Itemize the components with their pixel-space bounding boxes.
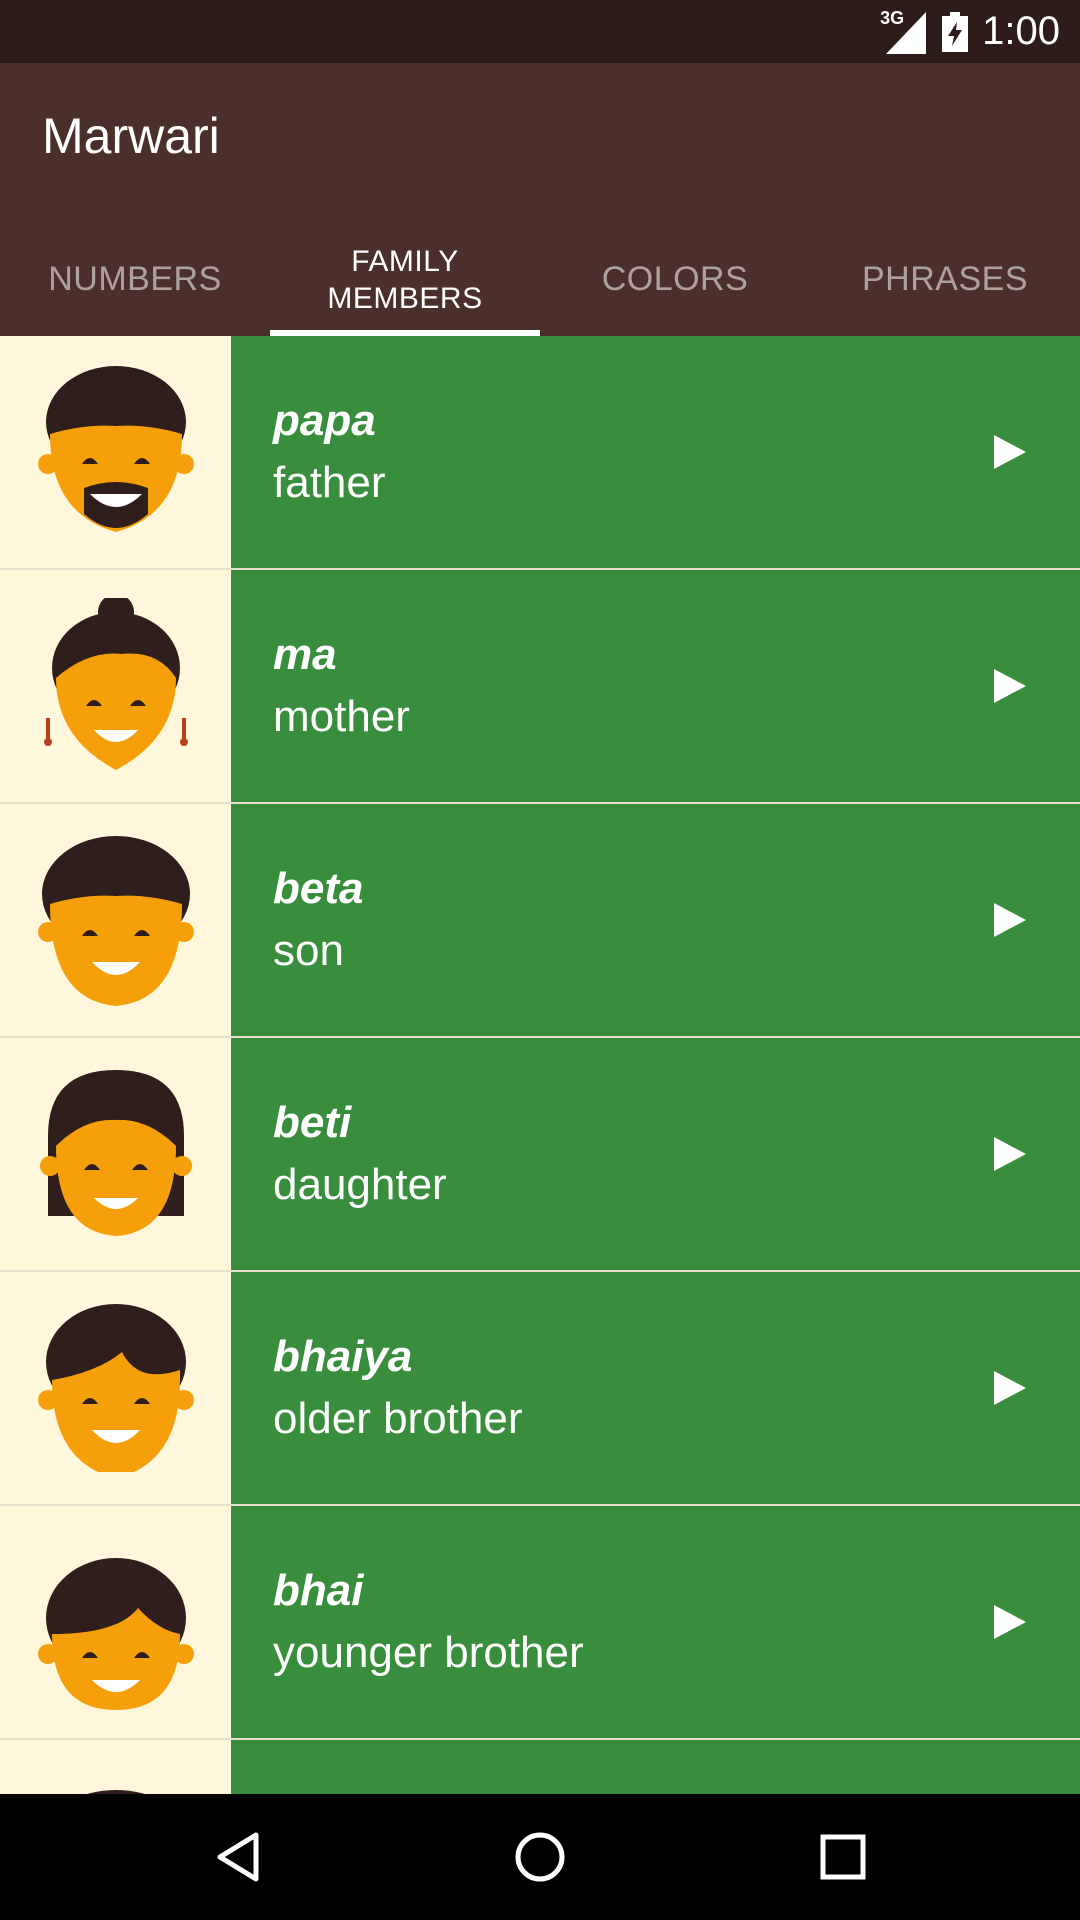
recents-icon[interactable] — [813, 1827, 873, 1887]
list-item[interactable]: bhaiya older brother — [0, 1272, 1080, 1506]
tab-label: FAMILY MEMBERS — [327, 244, 483, 315]
status-icons: 3G 1:00 — [880, 0, 1060, 63]
tab-phrases[interactable]: PHRASES — [810, 223, 1080, 336]
marwari-word: beti — [273, 1098, 352, 1147]
status-bar: 3G 1:00 — [0, 0, 1080, 63]
home-icon[interactable] — [510, 1827, 570, 1887]
play-icon[interactable] — [990, 431, 1030, 473]
thumbnail — [0, 570, 231, 802]
list-item[interactable] — [0, 1740, 1080, 1794]
father-face-icon — [38, 366, 194, 532]
daughter-face-icon — [40, 1070, 192, 1236]
tab-colors[interactable]: COLORS — [540, 223, 810, 336]
list-item[interactable]: papa father — [0, 336, 1080, 570]
list-item[interactable]: ma mother — [0, 570, 1080, 804]
play-icon[interactable] — [990, 1601, 1030, 1643]
tab-label: PHRASES — [862, 260, 1028, 298]
play-icon[interactable] — [990, 1133, 1030, 1175]
marwari-word: papa — [273, 396, 376, 445]
mother-face-icon — [44, 598, 188, 770]
thumbnail — [0, 1038, 231, 1270]
play-icon[interactable] — [990, 665, 1030, 707]
signal-icon: 3G — [880, 8, 928, 56]
marwari-word: bhai — [273, 1566, 364, 1615]
play-icon[interactable] — [990, 1367, 1030, 1409]
item-info: bhai younger brother — [231, 1506, 1080, 1738]
english-translation: younger brother — [273, 1628, 584, 1677]
english-translation: mother — [273, 692, 410, 741]
item-info: beti daughter — [231, 1038, 1080, 1270]
english-translation: son — [273, 926, 344, 975]
list-item[interactable]: beti daughter — [0, 1038, 1080, 1272]
tab-family-members[interactable]: FAMILY MEMBERS — [270, 223, 540, 336]
thumbnail — [0, 804, 231, 1036]
thumbnail — [0, 336, 231, 568]
thumbnail — [0, 1272, 231, 1504]
battery-charging-icon — [942, 11, 969, 52]
item-info — [231, 1740, 1080, 1794]
item-info: ma mother — [231, 570, 1080, 802]
younger-brother-face-icon — [38, 1558, 194, 1710]
item-info: bhaiya older brother — [231, 1272, 1080, 1504]
english-translation: father — [273, 458, 386, 507]
item-info: beta son — [231, 804, 1080, 1036]
tab-label: NUMBERS — [48, 260, 222, 298]
back-icon[interactable] — [208, 1827, 268, 1887]
network-type: 3G — [880, 7, 905, 28]
item-info: papa father — [231, 336, 1080, 568]
son-face-icon — [38, 836, 194, 1006]
clock: 1:00 — [982, 9, 1060, 53]
english-translation: daughter — [273, 1160, 447, 1209]
app-title: Marwari — [42, 108, 220, 164]
thumbnail — [0, 1506, 231, 1738]
older-brother-face-icon — [38, 1304, 194, 1472]
tab-bar: NUMBERS FAMILY MEMBERS COLORS PHRASES — [0, 223, 1080, 336]
app-bar: Marwari NUMBERS FAMILY MEMBERS COLORS PH… — [0, 63, 1080, 336]
tab-label: COLORS — [601, 260, 749, 298]
word-list[interactable]: papa father ma mother beta son beti daug… — [0, 336, 1080, 1794]
list-item[interactable]: bhai younger brother — [0, 1506, 1080, 1740]
thumbnail — [0, 1740, 231, 1794]
marwari-word: beta — [273, 864, 364, 913]
tab-numbers[interactable]: NUMBERS — [0, 223, 270, 336]
marwari-word: bhaiya — [273, 1332, 413, 1381]
list-item[interactable]: beta son — [0, 804, 1080, 1038]
navigation-bar — [0, 1794, 1080, 1920]
english-translation: older brother — [273, 1394, 523, 1443]
face-icon — [87, 1790, 145, 1794]
play-icon[interactable] — [990, 899, 1030, 941]
marwari-word: ma — [273, 630, 337, 679]
